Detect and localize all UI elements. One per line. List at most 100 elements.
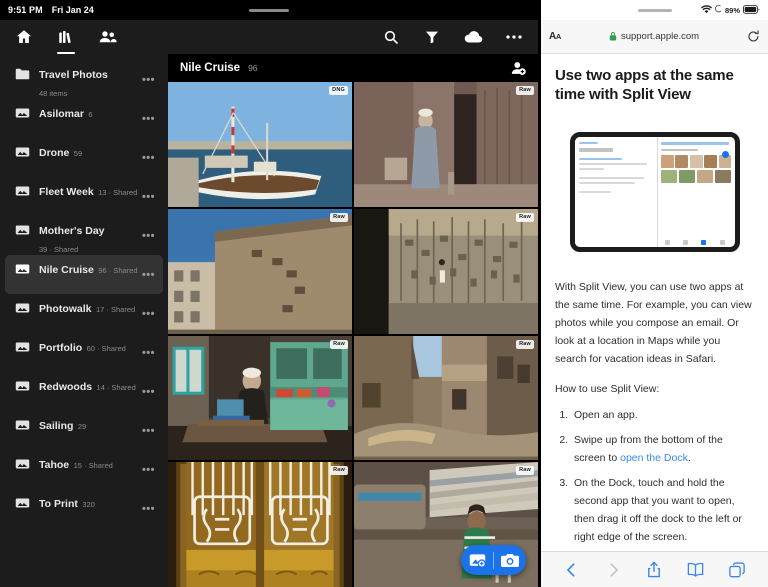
share-icon[interactable] <box>642 558 666 582</box>
home-icon[interactable] <box>14 27 34 47</box>
search-icon[interactable] <box>381 27 401 47</box>
add-person-icon[interactable] <box>510 60 526 76</box>
status-time: 9:51 PM <box>8 5 43 15</box>
sidebar-item-text: To Print 320 <box>39 494 138 512</box>
album-header: Nile Cruise 96 <box>168 54 538 82</box>
sidebar-item-2[interactable]: Drone 59 ••• <box>5 138 163 177</box>
album-meta: 320 <box>82 500 95 509</box>
albums-sidebar[interactable]: Travel Photos 48 items ••• Asilomar 6 ••… <box>0 54 168 587</box>
floating-action-bar[interactable] <box>461 545 526 575</box>
photos-body: Travel Photos 48 items ••• Asilomar 6 ••… <box>0 54 538 587</box>
status-indicators: 89% <box>700 1 760 19</box>
album-name: Drone <box>39 147 70 159</box>
article-content[interactable]: Use two apps at the same time with Split… <box>541 54 768 551</box>
photos-action-icons <box>381 27 524 47</box>
album-name: Redwoods <box>39 381 93 393</box>
sidebar-item-10[interactable]: Tahoe 15 · Shared ••• <box>5 450 163 489</box>
photo-cell-0[interactable]: DNG <box>168 82 352 207</box>
album-more-button[interactable]: ••• <box>138 74 155 85</box>
library-icon[interactable] <box>56 27 76 54</box>
tabs-icon[interactable] <box>725 558 749 582</box>
album-icon <box>15 496 31 514</box>
battery-icon <box>743 1 760 19</box>
how-to-steps: Open an app. Swipe up from the bottom of… <box>571 406 754 546</box>
album-more-button[interactable]: ••• <box>138 113 155 124</box>
album-name: Portfolio <box>39 342 83 354</box>
album-more-button[interactable]: ••• <box>138 269 155 280</box>
forward-icon <box>601 558 625 582</box>
status-date: Fri Jan 24 <box>51 5 94 15</box>
album-meta: 14 · Shared <box>96 383 136 392</box>
open-the-dock-link[interactable]: open the Dock <box>620 452 688 464</box>
sidebar-item-3[interactable]: Fleet Week 13 · Shared ••• <box>5 177 163 216</box>
album-icon <box>15 457 31 475</box>
album-name: Photowalk <box>39 303 92 315</box>
photo-cell-1[interactable]: Raw <box>354 82 538 207</box>
sidebar-item-text: Redwoods 14 · Shared <box>39 377 138 395</box>
photo-cell-4[interactable]: Raw <box>168 335 352 461</box>
photo-count: 96 <box>248 63 258 73</box>
camera-icon[interactable] <box>500 550 520 570</box>
album-more-button[interactable]: ••• <box>138 425 155 436</box>
album-more-button[interactable]: ••• <box>138 347 155 358</box>
album-more-button[interactable]: ••• <box>138 464 155 475</box>
cloud-icon[interactable] <box>463 27 483 47</box>
album-more-button[interactable]: ••• <box>138 308 155 319</box>
step-text-post: . <box>687 452 691 464</box>
album-name: Nile Cruise <box>39 264 94 276</box>
reload-icon[interactable] <box>747 30 760 43</box>
album-meta: 6 <box>88 110 93 119</box>
sidebar-item-5[interactable]: Nile Cruise 96 · Shared ••• <box>5 255 163 294</box>
sidebar-item-text: Fleet Week 13 · Shared <box>39 182 138 200</box>
bookmarks-icon[interactable] <box>684 558 708 582</box>
photo-grid: DNG Raw Raw Raw Raw Raw Raw Raw <box>168 82 538 587</box>
lock-icon <box>609 28 617 46</box>
photos-nav-icons <box>14 27 118 54</box>
album-name: To Print <box>39 498 78 510</box>
album-name: Mother's Day <box>39 225 105 237</box>
back-icon[interactable] <box>560 558 584 582</box>
sidebar-item-7[interactable]: Portfolio 60 · Shared ••• <box>5 333 163 372</box>
sidebar-item-1[interactable]: Asilomar 6 ••• <box>5 99 163 138</box>
sidebar-item-0[interactable]: Travel Photos 48 items ••• <box>5 60 163 99</box>
sidebar-item-text: Photowalk 17 · Shared <box>39 299 138 317</box>
photo-badge: Raw <box>516 212 534 222</box>
album-meta: 13 · Shared <box>98 188 138 197</box>
album-meta: 39 · Shared <box>39 245 79 254</box>
add-photos-icon[interactable] <box>467 550 487 570</box>
more-icon[interactable] <box>504 27 524 47</box>
photo-badge: Raw <box>330 212 348 222</box>
photo-cell-3[interactable]: Raw <box>354 208 538 334</box>
sidebar-item-6[interactable]: Photowalk 17 · Shared ••• <box>5 294 163 333</box>
album-more-button[interactable]: ••• <box>138 230 155 241</box>
photo-cell-5[interactable]: Raw <box>354 335 538 461</box>
photos-top-toolbar <box>0 20 538 54</box>
filter-icon[interactable] <box>422 27 442 47</box>
album-more-button[interactable]: ••• <box>138 503 155 514</box>
album-name: Fleet Week <box>39 186 94 198</box>
window-grabber[interactable] <box>249 9 289 12</box>
wifi-icon <box>700 1 712 19</box>
album-more-button[interactable]: ••• <box>138 191 155 202</box>
sidebar-item-9[interactable]: Sailing 29 ••• <box>5 411 163 450</box>
sidebar-item-8[interactable]: Redwoods 14 · Shared ••• <box>5 372 163 411</box>
address-bar[interactable]: support.apple.com <box>567 26 741 48</box>
sidebar-item-11[interactable]: To Print 320 ••• <box>5 489 163 528</box>
sidebar-item-4[interactable]: Mother's Day 39 · Shared ••• <box>5 216 163 255</box>
sidebar-item-text: Mother's Day 39 · Shared <box>39 221 138 257</box>
safari-status-bar: 89% <box>541 0 768 20</box>
photo-cell-2[interactable]: Raw <box>168 208 352 334</box>
album-meta: 60 · Shared <box>86 344 126 353</box>
text-size-button[interactable]: AA <box>549 31 561 42</box>
safari-window-grabber[interactable] <box>637 9 672 12</box>
album-icon <box>15 418 31 436</box>
photo-badge: Raw <box>330 466 348 476</box>
album-name: Travel Photos <box>39 69 108 81</box>
photo-cell-6[interactable]: Raw <box>168 462 352 587</box>
album-name: Asilomar <box>39 108 84 120</box>
url-text: support.apple.com <box>620 31 700 42</box>
sharing-icon[interactable] <box>98 27 118 47</box>
album-more-button[interactable]: ••• <box>138 386 155 397</box>
album-more-button[interactable]: ••• <box>138 152 155 163</box>
illustration-thumb-row-2 <box>660 169 732 183</box>
